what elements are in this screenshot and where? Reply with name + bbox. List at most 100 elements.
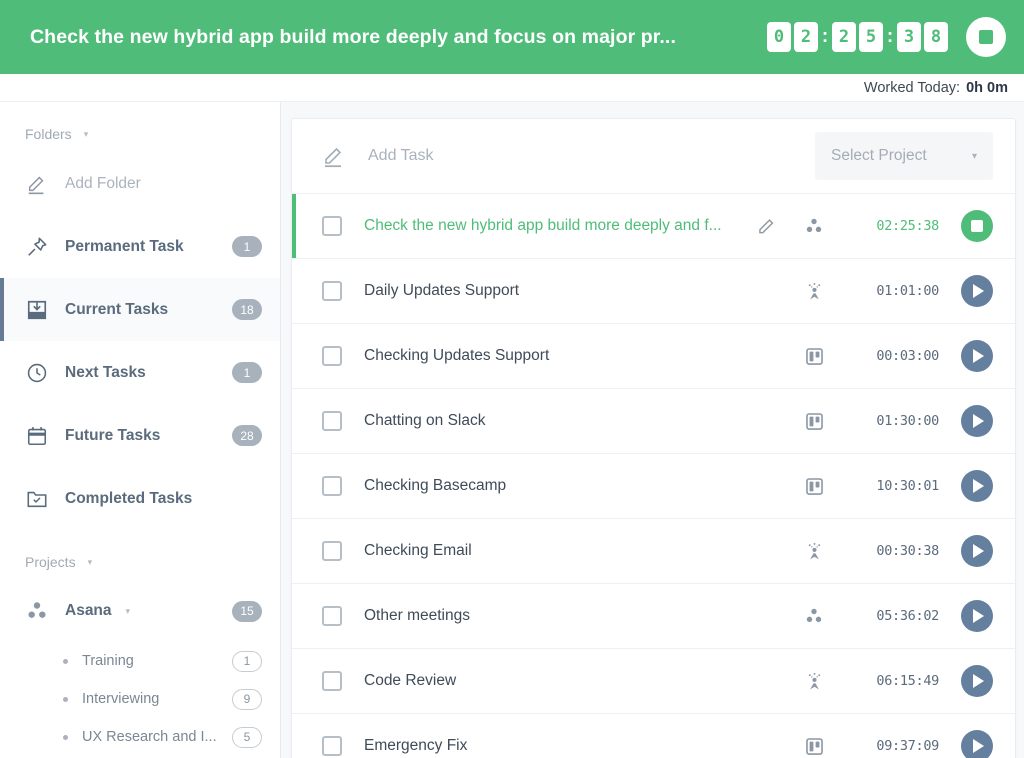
asana-icon bbox=[797, 607, 831, 625]
edit-task-pencil-icon[interactable] bbox=[757, 216, 777, 236]
sidebar-subproject-training[interactable]: Training 1 bbox=[0, 642, 280, 680]
task-time: 01:01:00 bbox=[831, 283, 939, 299]
timer-digit: 5 bbox=[859, 22, 883, 52]
sidebar-item-future-tasks[interactable]: Future Tasks 28 bbox=[0, 404, 280, 467]
sidebar-count-badge: 18 bbox=[232, 299, 262, 320]
bullet-icon bbox=[63, 735, 68, 740]
subproject-label: Training bbox=[82, 653, 134, 669]
task-title: Chatting on Slack bbox=[364, 412, 797, 430]
worked-today-value: 0h 0m bbox=[966, 80, 1008, 96]
celebration-icon bbox=[797, 282, 831, 301]
task-title: Daily Updates Support bbox=[364, 282, 797, 300]
task-time: 10:30:01 bbox=[831, 478, 939, 494]
stop-timer-button[interactable] bbox=[961, 210, 993, 242]
sidebar-subproject-interviewing[interactable]: Interviewing 9 bbox=[0, 680, 280, 718]
start-timer-button[interactable] bbox=[961, 470, 993, 502]
task-time: 05:36:02 bbox=[831, 608, 939, 624]
sidebar-subproject-ux-research[interactable]: UX Research and I... 5 bbox=[0, 718, 280, 756]
task-checkbox[interactable] bbox=[322, 411, 342, 431]
worked-today-strip: Worked Today: 0h 0m bbox=[0, 74, 1024, 102]
chevron-down-icon: ▾ bbox=[126, 606, 131, 617]
task-row[interactable]: Daily Updates Support 01:01:00 bbox=[292, 259, 1015, 324]
sidebar: Folders ▾ Add Folder Permanent Task 1 bbox=[0, 102, 281, 758]
folders-section-header[interactable]: Folders ▾ bbox=[0, 116, 280, 152]
start-timer-button[interactable] bbox=[961, 600, 993, 632]
stop-square-icon bbox=[979, 30, 993, 44]
sidebar-count-badge: 28 bbox=[232, 425, 262, 446]
header-timer: 0 2 : 2 5 : 3 8 bbox=[767, 22, 948, 52]
calendar-icon bbox=[25, 424, 49, 448]
sidebar-count-badge: 1 bbox=[232, 362, 262, 383]
sidebar-label: Completed Tasks bbox=[65, 490, 192, 508]
stop-square-icon bbox=[971, 220, 983, 232]
active-task-title: Check the new hybrid app build more deep… bbox=[30, 26, 767, 49]
task-row[interactable]: Check the new hybrid app build more deep… bbox=[292, 194, 1015, 259]
task-checkbox[interactable] bbox=[322, 606, 342, 626]
select-project-label: Select Project bbox=[831, 147, 972, 165]
trello-icon bbox=[797, 412, 831, 431]
start-timer-button[interactable] bbox=[961, 275, 993, 307]
clock-icon bbox=[25, 361, 49, 385]
task-row[interactable]: Chatting on Slack 01:30:00 bbox=[292, 389, 1015, 454]
play-triangle-icon bbox=[973, 284, 984, 298]
task-row[interactable]: Checking Email 00:30:38 bbox=[292, 519, 1015, 584]
timer-digit: 2 bbox=[832, 22, 856, 52]
chevron-down-icon: ▾ bbox=[972, 151, 977, 162]
celebration-icon bbox=[797, 542, 831, 561]
start-timer-button[interactable] bbox=[961, 665, 993, 697]
task-checkbox[interactable] bbox=[322, 216, 342, 236]
task-checkbox[interactable] bbox=[322, 281, 342, 301]
task-row[interactable]: Checking Basecamp 10:30:01 bbox=[292, 454, 1015, 519]
play-triangle-icon bbox=[973, 609, 984, 623]
celebration-icon bbox=[797, 672, 831, 691]
sidebar-item-permanent-task[interactable]: Permanent Task 1 bbox=[0, 215, 280, 278]
top-bar: Check the new hybrid app build more deep… bbox=[0, 0, 1024, 74]
projects-section-header[interactable]: Projects ▾ bbox=[0, 530, 280, 580]
task-row[interactable]: Emergency Fix 09:37:09 bbox=[292, 714, 1015, 758]
start-timer-button[interactable] bbox=[961, 405, 993, 437]
task-checkbox[interactable] bbox=[322, 476, 342, 496]
project-count-badge: 15 bbox=[232, 601, 262, 622]
task-row[interactable]: Checking Updates Support 00:03:00 bbox=[292, 324, 1015, 389]
sidebar-item-add-folder[interactable]: Add Folder bbox=[0, 152, 280, 215]
start-timer-button[interactable] bbox=[961, 535, 993, 567]
task-checkbox[interactable] bbox=[322, 736, 342, 756]
header-stop-timer-button[interactable] bbox=[966, 17, 1006, 57]
select-project-dropdown[interactable]: Select Project ▾ bbox=[815, 132, 993, 180]
task-time: 02:25:38 bbox=[831, 218, 939, 234]
play-triangle-icon bbox=[973, 544, 984, 558]
sidebar-item-completed-tasks[interactable]: Completed Tasks bbox=[0, 467, 280, 530]
asana-icon bbox=[25, 599, 49, 623]
timer-digit: 3 bbox=[897, 22, 921, 52]
timer-digit: 0 bbox=[767, 22, 791, 52]
subproject-count-badge: 9 bbox=[232, 689, 262, 710]
task-title: Checking Basecamp bbox=[364, 477, 797, 495]
task-time: 00:30:38 bbox=[831, 543, 939, 559]
task-checkbox[interactable] bbox=[322, 671, 342, 691]
add-task-row[interactable]: Add Task Select Project ▾ bbox=[292, 119, 1015, 194]
pencil-icon bbox=[322, 144, 346, 168]
timer-digit: 2 bbox=[794, 22, 818, 52]
sidebar-item-current-tasks[interactable]: Current Tasks 18 bbox=[0, 278, 280, 341]
sidebar-project-asana[interactable]: Asana ▾ 15 bbox=[0, 580, 280, 642]
sidebar-label: Future Tasks bbox=[65, 427, 160, 445]
folders-section-title: Folders bbox=[25, 126, 72, 142]
start-timer-button[interactable] bbox=[961, 730, 993, 758]
sidebar-item-next-tasks[interactable]: Next Tasks 1 bbox=[0, 341, 280, 404]
sidebar-label: Next Tasks bbox=[65, 364, 146, 382]
worked-today-label: Worked Today: bbox=[864, 80, 960, 96]
play-triangle-icon bbox=[973, 414, 984, 428]
task-checkbox[interactable] bbox=[322, 541, 342, 561]
pencil-icon bbox=[25, 172, 49, 196]
task-title: Code Review bbox=[364, 672, 797, 690]
task-row[interactable]: Code Review 06:15:49 bbox=[292, 649, 1015, 714]
task-checkbox[interactable] bbox=[322, 346, 342, 366]
task-title: Check the new hybrid app build more deep… bbox=[364, 217, 757, 235]
project-label: Asana bbox=[65, 602, 112, 620]
task-time: 00:03:00 bbox=[831, 348, 939, 364]
task-row[interactable]: Other meetings 05:36:02 bbox=[292, 584, 1015, 649]
start-timer-button[interactable] bbox=[961, 340, 993, 372]
body-wrapper: Folders ▾ Add Folder Permanent Task 1 bbox=[0, 102, 1024, 758]
sidebar-label: Add Folder bbox=[65, 175, 141, 193]
task-title: Checking Updates Support bbox=[364, 347, 797, 365]
